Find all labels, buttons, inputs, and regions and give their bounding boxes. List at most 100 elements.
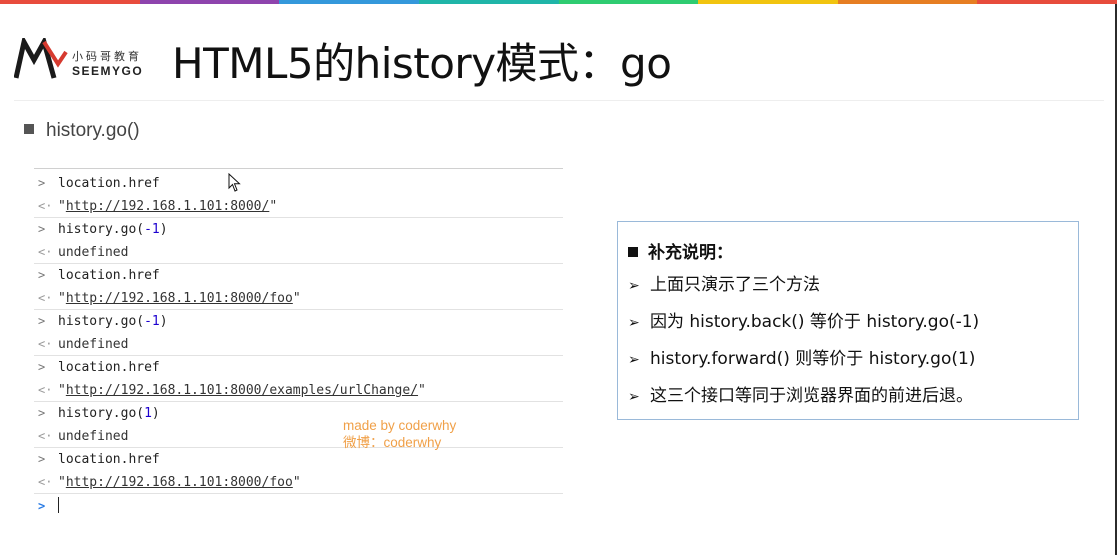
console-input-row: > history.go(-1) <box>34 218 563 241</box>
console-line-text: "http://192.168.1.101:8000/foo" <box>58 287 301 310</box>
bullet-square-icon <box>628 247 638 257</box>
stripe-segment <box>558 0 699 4</box>
page-title: HTML5的history模式：go <box>172 39 672 88</box>
code-text: ) <box>159 314 168 329</box>
quote-mark: " <box>58 291 66 306</box>
console-line-text: history.go(1) <box>58 402 160 425</box>
quote-mark: " <box>418 383 426 398</box>
input-chevron-icon: > <box>38 314 46 328</box>
watermark: made by coderwhy 微博：coderwhy <box>343 417 456 451</box>
input-chevron-icon: > <box>38 268 46 282</box>
bullet-square-icon <box>24 124 34 134</box>
output-arrow-icon: <· <box>38 475 53 489</box>
stripe-segment <box>418 0 559 4</box>
stripe-segment <box>837 0 978 4</box>
note-item-text: 这三个接口等同于浏览器界面的前进后退。 <box>650 386 973 406</box>
console-line-text: location.href <box>58 176 160 191</box>
console-url-link[interactable]: http://192.168.1.101:8000/foo <box>66 291 293 306</box>
output-arrow-icon: <· <box>38 383 53 397</box>
arrow-bullet-icon: ➢ <box>628 389 640 405</box>
stripe-segment <box>977 0 1117 4</box>
quote-mark: " <box>292 291 301 306</box>
console-input-field[interactable] <box>58 495 59 518</box>
stripe-segment <box>139 0 280 4</box>
mouse-pointer-icon <box>228 173 241 192</box>
text-caret <box>58 497 59 513</box>
console-line-text: undefined <box>58 337 129 352</box>
input-chevron-icon: > <box>38 222 46 236</box>
note-heading-label: 补充说明： <box>648 243 733 263</box>
console-top-border <box>34 168 563 169</box>
console-input-row: > location.href <box>34 172 563 195</box>
section-heading-label: history.go() <box>46 120 140 141</box>
console-url-link[interactable]: http://192.168.1.101:8000/foo <box>66 475 293 490</box>
note-item: ➢ 这三个接口等同于浏览器界面的前进后退。 <box>628 383 979 420</box>
console-output-row: <· "http://192.168.1.101:8000/examples/ur… <box>34 379 563 402</box>
note-item-text: 因为 history.back() 等价于 history.go(-1) <box>650 312 980 332</box>
quote-mark: " <box>58 199 66 214</box>
arrow-bullet-icon: ➢ <box>628 352 640 368</box>
console-line-text: location.href <box>58 268 160 283</box>
console-line-text: location.href <box>58 360 160 375</box>
watermark-line-2: 微博：coderwhy <box>343 435 442 450</box>
console-input-row: > location.href <box>34 448 563 471</box>
output-arrow-icon: <· <box>38 429 53 443</box>
code-text: ) <box>159 222 168 237</box>
note-item: ➢ 因为 history.back() 等价于 history.go(-1) <box>628 309 979 346</box>
note-item: ➢ 上面只演示了三个方法 <box>628 272 979 309</box>
code-number: -1 <box>144 222 160 237</box>
console-output-row: <· undefined <box>34 333 563 356</box>
arrow-bullet-icon: ➢ <box>628 278 640 294</box>
note-item: ➢ history.forward() 则等价于 history.go(1) <box>628 346 979 383</box>
console-output-row: <· "http://192.168.1.101:8000/foo" <box>34 471 563 494</box>
console-input-row: > history.go(1) <box>34 402 563 425</box>
console-input-row: > location.href <box>34 356 563 379</box>
watermark-line-1: made by coderwhy <box>343 418 457 433</box>
output-arrow-icon: <· <box>38 245 53 259</box>
stripe-segment <box>279 0 419 4</box>
note-heading: 补充说明： <box>628 238 733 263</box>
prompt-chevron-icon: > <box>38 499 46 513</box>
logo-chinese-text: 小码哥教育 <box>72 50 142 63</box>
input-chevron-icon: > <box>38 406 46 420</box>
arrow-bullet-icon: ➢ <box>628 315 640 331</box>
console-line-text: undefined <box>58 429 129 444</box>
input-chevron-icon: > <box>38 360 46 374</box>
note-item-text: history.forward() 则等价于 history.go(1) <box>650 349 976 369</box>
input-chevron-icon: > <box>38 452 46 466</box>
top-color-stripe <box>0 0 1117 4</box>
code-text: history.go( <box>58 406 145 421</box>
quote-mark: " <box>269 199 278 214</box>
console-output-row: <· "http://192.168.1.101:8000/foo" <box>34 287 563 310</box>
output-arrow-icon: <· <box>38 291 53 305</box>
console-line-text: history.go(-1) <box>58 218 168 241</box>
output-arrow-icon: <· <box>38 337 53 351</box>
console-output-row: <· "http://192.168.1.101:8000/" <box>34 195 563 218</box>
code-number: 1 <box>144 406 152 421</box>
input-chevron-icon: > <box>38 176 46 190</box>
row-divider <box>34 493 563 494</box>
console-url-link[interactable]: http://192.168.1.101:8000/ <box>66 199 270 214</box>
console-line-text: "http://192.168.1.101:8000/" <box>58 195 277 218</box>
supplementary-note-box: 补充说明： ➢ 上面只演示了三个方法 ➢ 因为 history.back() 等价于… <box>617 221 1079 420</box>
title-divider <box>14 100 1104 101</box>
note-item-text: 上面只演示了三个方法 <box>650 275 820 295</box>
console-line-text: history.go(-1) <box>58 310 168 333</box>
quote-mark: " <box>58 475 66 490</box>
logo-mark-icon <box>14 38 68 79</box>
devtools-console[interactable]: > location.href <· "http://192.168.1.101:80… <box>34 168 563 524</box>
console-url-link[interactable]: http://192.168.1.101:8000/examples/urlCh… <box>66 383 418 398</box>
console-line-text: "http://192.168.1.101:8000/examples/urlC… <box>58 379 426 402</box>
console-line-text: undefined <box>58 245 129 260</box>
console-output-row: <· undefined <box>34 241 563 264</box>
section-heading: history.go() <box>24 120 140 142</box>
code-text: history.go( <box>58 314 145 329</box>
quote-mark: " <box>58 383 66 398</box>
console-output-row: <· undefined <box>34 425 563 448</box>
output-arrow-icon: <· <box>38 199 53 213</box>
quote-mark: " <box>292 475 301 490</box>
code-text: ) <box>151 406 160 421</box>
console-prompt-row[interactable]: > <box>34 495 563 518</box>
console-line-text: location.href <box>58 452 160 467</box>
console-input-row: > history.go(-1) <box>34 310 563 333</box>
